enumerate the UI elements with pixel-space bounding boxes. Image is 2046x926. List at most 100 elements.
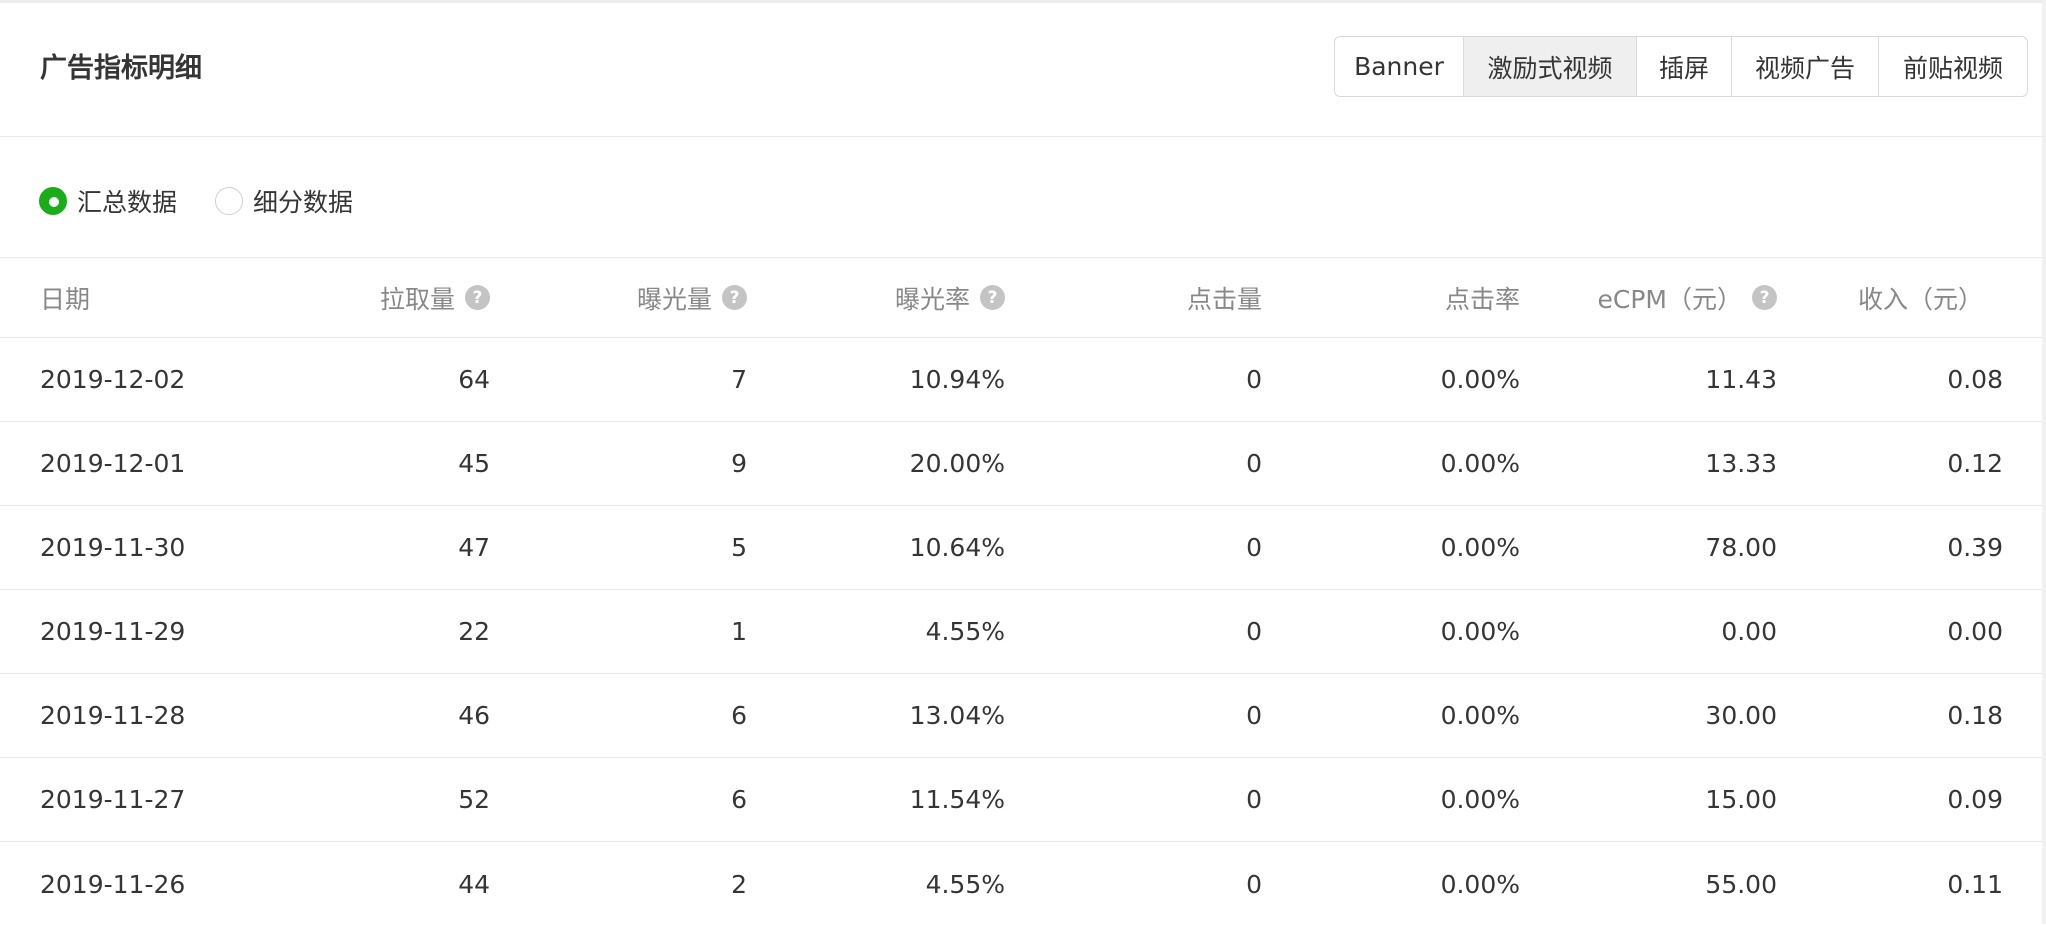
cell-impressions: 6: [731, 701, 747, 730]
cell-impression-rate: 4.55%: [925, 617, 1005, 646]
radio-checked-icon: [39, 187, 67, 215]
cell-click-rate: 0.00%: [1440, 449, 1520, 478]
header-label: 点击量: [1186, 284, 1262, 314]
cell-ecpm: 15.00: [1705, 785, 1777, 814]
cell-requests: 22: [458, 617, 490, 646]
header-label: 曝光量: [636, 284, 712, 314]
tab-banner[interactable]: Banner: [1335, 37, 1464, 96]
card-header: 广告指标明细 Banner 激励式视频 插屏 视频广告 前贴视频: [0, 3, 2046, 137]
cell-revenue: 0.08: [1947, 365, 2003, 394]
cell-impressions: 7: [731, 365, 747, 394]
cell-requests: 47: [458, 533, 490, 562]
ad-metrics-table: 日期 拉取量? 曝光量? 曝光率? 点击量 点击率 eCPM（元）? 收入（元）…: [0, 258, 2042, 926]
column-header-revenue[interactable]: 收入（元）: [1753, 258, 2003, 337]
question-circle-icon[interactable]: ?: [465, 285, 490, 310]
column-header-click-rate[interactable]: 点击率: [1320, 258, 1520, 337]
header-label: 收入（元）: [1857, 284, 1983, 314]
tab-label: 插屏: [1658, 53, 1709, 83]
tab-rewarded-video[interactable]: 激励式视频: [1464, 37, 1637, 96]
table-row: 2019-11-29 22 1 4.55% 0 0.00% 0.00 0.00: [0, 590, 2042, 674]
cell-date: 2019-11-30: [40, 533, 186, 562]
column-header-ecpm[interactable]: eCPM（元）?: [1577, 258, 1777, 337]
cell-impression-rate: 13.04%: [909, 701, 1005, 730]
cell-impressions: 2: [731, 869, 747, 899]
cell-revenue: 0.11: [1947, 869, 2003, 899]
page-title: 广告指标明细: [40, 53, 202, 84]
cell-date: 2019-11-29: [40, 617, 186, 646]
cell-requests: 44: [458, 869, 490, 899]
cell-click-rate: 0.00%: [1440, 533, 1520, 562]
cell-clicks: 0: [1246, 365, 1262, 394]
table-row: 2019-11-30 47 5 10.64% 0 0.00% 78.00 0.3…: [0, 506, 2042, 590]
cell-requests: 64: [458, 365, 490, 394]
column-header-clicks[interactable]: 点击量: [1062, 258, 1262, 337]
cell-requests: 52: [458, 785, 490, 814]
cell-click-rate: 0.00%: [1440, 365, 1520, 394]
cell-impression-rate: 11.54%: [909, 785, 1005, 814]
header-label: eCPM（元）: [1597, 284, 1742, 314]
table-row: 2019-11-27 52 6 11.54% 0 0.00% 15.00 0.0…: [0, 758, 2042, 842]
header-label: 点击率: [1444, 284, 1520, 314]
cell-ecpm: 0.00: [1721, 617, 1777, 646]
radio-detailed-data[interactable]: 细分数据: [215, 183, 353, 219]
cell-date: 2019-11-26: [40, 869, 186, 899]
column-header-date[interactable]: 日期: [40, 258, 260, 337]
cell-click-rate: 0.00%: [1440, 869, 1520, 899]
tab-preroll-video[interactable]: 前贴视频: [1879, 37, 2027, 96]
cell-click-rate: 0.00%: [1440, 617, 1520, 646]
cell-clicks: 0: [1246, 533, 1262, 562]
cell-ecpm: 13.33: [1705, 449, 1777, 478]
cell-ecpm: 55.00: [1705, 869, 1777, 899]
tab-label: Banner: [1354, 52, 1444, 81]
radio-label: 细分数据: [253, 188, 354, 217]
cell-date: 2019-11-27: [40, 785, 186, 814]
table-row: 2019-12-02 64 7 10.94% 0 0.00% 11.43 0.0…: [0, 338, 2042, 422]
column-header-impression-rate[interactable]: 曝光率?: [805, 258, 1005, 337]
question-circle-icon[interactable]: ?: [980, 285, 1005, 310]
ad-type-tabs: Banner 激励式视频 插屏 视频广告 前贴视频: [1334, 36, 2028, 97]
radio-summary-data[interactable]: 汇总数据: [39, 183, 177, 219]
header-label: 曝光率: [894, 284, 970, 314]
cell-ecpm: 30.00: [1705, 701, 1777, 730]
cell-impressions: 9: [731, 449, 747, 478]
cell-requests: 46: [458, 701, 490, 730]
cell-clicks: 0: [1246, 869, 1262, 899]
tab-interstitial[interactable]: 插屏: [1637, 37, 1732, 96]
cell-click-rate: 0.00%: [1440, 701, 1520, 730]
header-label: 日期: [40, 284, 91, 314]
table-row: 2019-11-28 46 6 13.04% 0 0.00% 30.00 0.1…: [0, 674, 2042, 758]
tab-label: 前贴视频: [1902, 53, 2003, 83]
cell-impression-rate: 10.64%: [909, 533, 1005, 562]
data-mode-filter: 汇总数据 细分数据: [0, 137, 2046, 258]
table-row: 2019-11-26 44 2 4.55% 0 0.00% 55.00 0.11: [0, 842, 2042, 926]
cell-revenue: 0.18: [1947, 701, 2003, 730]
cell-date: 2019-12-01: [40, 449, 186, 478]
tab-video-ad[interactable]: 视频广告: [1732, 37, 1879, 96]
cell-requests: 45: [458, 449, 490, 478]
cell-date: 2019-12-02: [40, 365, 186, 394]
column-header-impressions[interactable]: 曝光量?: [547, 258, 747, 337]
cell-impression-rate: 10.94%: [909, 365, 1005, 394]
cell-ecpm: 11.43: [1705, 365, 1777, 394]
cell-date: 2019-11-28: [40, 701, 186, 730]
cell-revenue: 0.00: [1947, 617, 2003, 646]
radio-label: 汇总数据: [77, 188, 178, 217]
cell-click-rate: 0.00%: [1440, 785, 1520, 814]
column-header-requests[interactable]: 拉取量?: [290, 258, 490, 337]
cell-impressions: 1: [731, 617, 747, 646]
cell-impression-rate: 4.55%: [925, 869, 1005, 899]
cell-revenue: 0.39: [1947, 533, 2003, 562]
cell-clicks: 0: [1246, 449, 1262, 478]
cell-revenue: 0.09: [1947, 785, 2003, 814]
cell-clicks: 0: [1246, 617, 1262, 646]
table-header-row: 日期 拉取量? 曝光量? 曝光率? 点击量 点击率 eCPM（元）? 收入（元）: [0, 258, 2042, 338]
cell-clicks: 0: [1246, 785, 1262, 814]
cell-impressions: 6: [731, 785, 747, 814]
cell-revenue: 0.12: [1947, 449, 2003, 478]
cell-impression-rate: 20.00%: [909, 449, 1005, 478]
question-circle-icon[interactable]: ?: [722, 285, 747, 310]
tab-label: 视频广告: [1754, 53, 1855, 83]
cell-clicks: 0: [1246, 701, 1262, 730]
cell-impressions: 5: [731, 533, 747, 562]
tab-label: 激励式视频: [1487, 53, 1613, 83]
